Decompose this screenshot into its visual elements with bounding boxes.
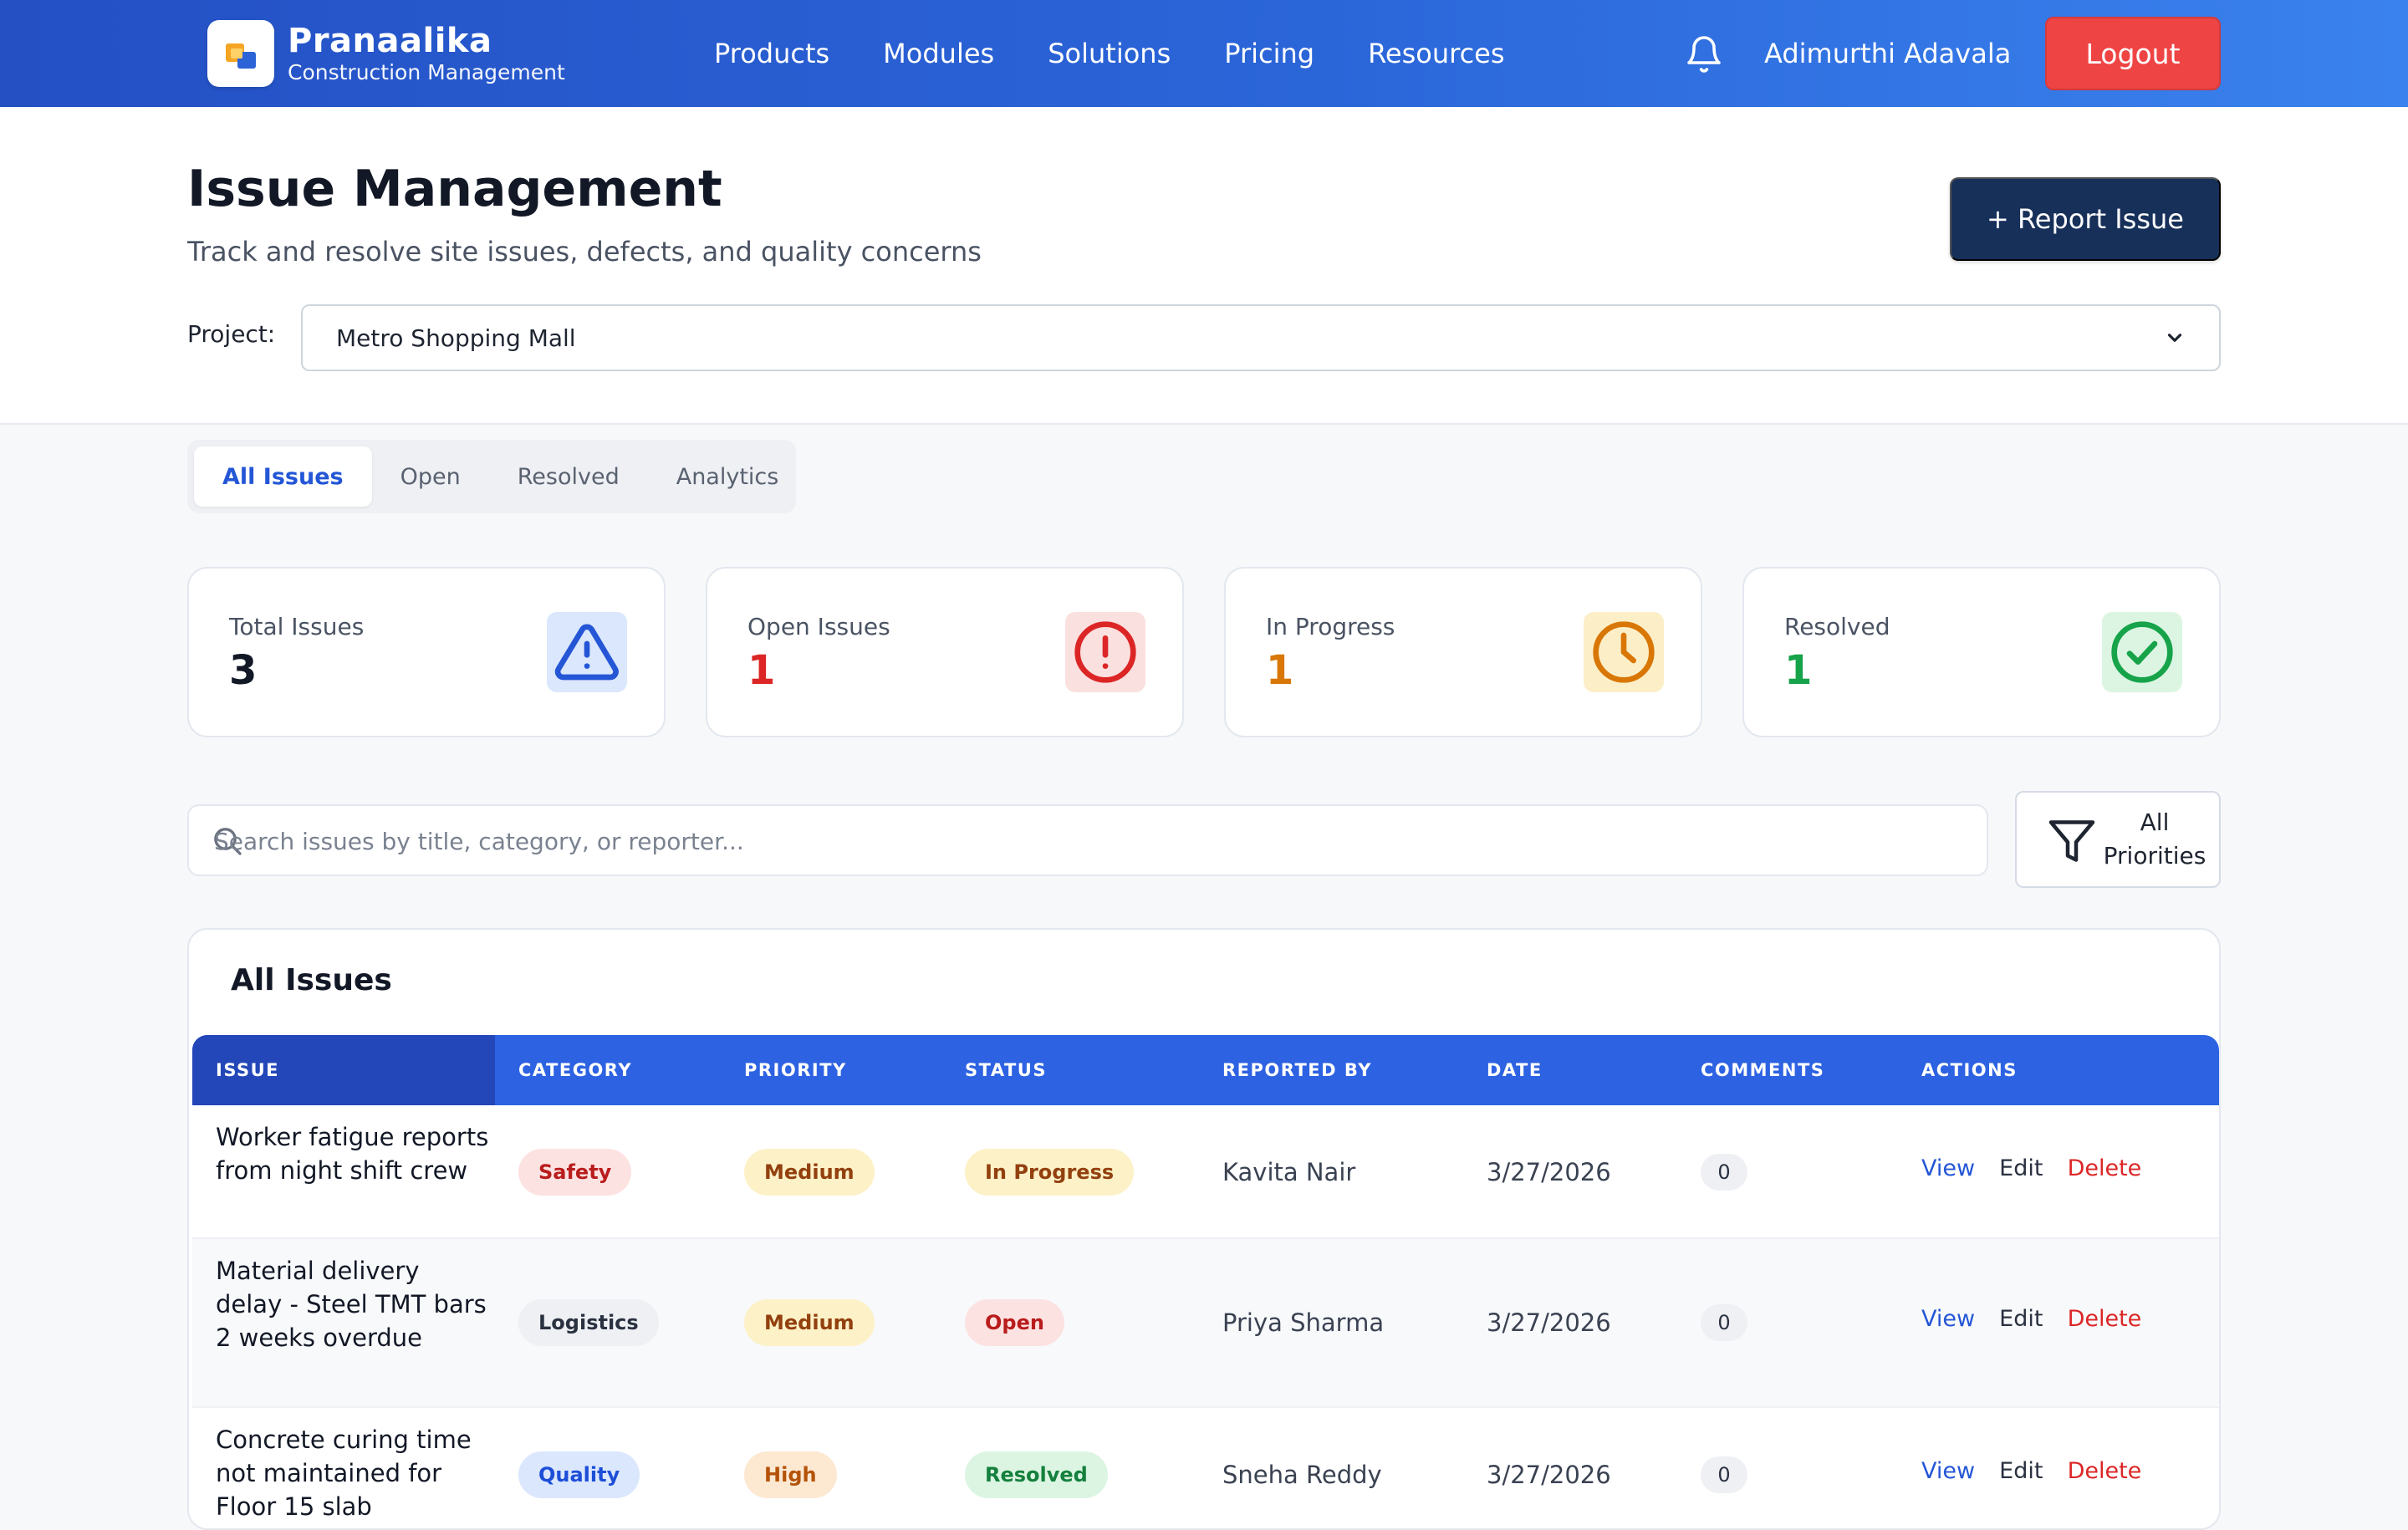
table-row[interactable]: Material delivery delay - Steel TMT bars… [192,1239,2219,1408]
stat-label: Open Issues [747,613,890,640]
stat-label: Total Issues [229,613,365,640]
comments-count: 0 [1701,1304,1747,1341]
nav-link-resources[interactable]: Resources [1368,38,1504,69]
clock-icon [1584,612,1664,692]
column-header-priority[interactable]: PRIORITY [744,1035,847,1105]
page-header: Issue Management Track and resolve site … [0,107,2408,425]
alert-circle-icon [1065,612,1145,692]
column-header-actions: ACTIONS [1921,1060,2018,1080]
table-title: All Issues [231,963,392,997]
comments-count: 0 [1701,1154,1747,1191]
page-subtitle: Track and resolve site issues, defects, … [187,236,982,268]
stat-card-total: Total Issues 3 [187,567,666,737]
category-badge: Logistics [518,1299,659,1346]
brand-logo-icon [207,20,274,87]
table-row[interactable]: Worker fatigue reports from night shift … [192,1105,2219,1239]
top-navbar: Pranaalika Construction Management Produ… [0,0,2408,107]
category-badge: Safety [518,1149,632,1196]
column-header-reported-by[interactable]: REPORTED BY [1222,1035,1372,1105]
nav-link-pricing[interactable]: Pricing [1224,38,1314,69]
reported-by: Kavita Nair [1222,1158,1356,1186]
stat-value: 1 [747,647,776,694]
edit-link[interactable]: Edit [1999,1306,2043,1332]
search-box [187,804,1988,876]
stat-label: Resolved [1784,613,1890,640]
stat-value: 1 [1266,647,1294,694]
issue-date: 3/27/2026 [1487,1308,1611,1337]
table-header: ISSUE CATEGORY PRIORITY STATUS REPORTED … [192,1035,2219,1105]
priority-filter-button[interactable]: All Priorities [2015,791,2221,888]
search-input[interactable] [214,819,1962,863]
reported-by: Sneha Reddy [1222,1461,1382,1489]
issues-table-card: All Issues ISSUE CATEGORY PRIORITY STATU… [187,928,2221,1530]
report-issue-button[interactable]: + Report Issue [1950,177,2221,261]
issue-tabs: All Issues Open Resolved Analytics [187,440,796,513]
tab-all-issues[interactable]: All Issues [194,446,372,507]
edit-link[interactable]: Edit [1999,1458,2043,1484]
issue-date: 3/27/2026 [1487,1461,1611,1489]
column-header-status[interactable]: STATUS [965,1035,1047,1105]
delete-link[interactable]: Delete [2068,1458,2142,1484]
view-link[interactable]: View [1921,1458,1975,1484]
logout-button[interactable]: Logout [2045,17,2221,90]
brand-name: Pranaalika [288,22,492,60]
tab-analytics[interactable]: Analytics [648,446,808,507]
issue-title[interactable]: Worker fatigue reports from night shift … [216,1120,492,1187]
nav-links: Products Modules Solutions Pricing Resou… [714,32,1559,75]
delete-link[interactable]: Delete [2068,1155,2142,1181]
priority-badge: High [744,1451,837,1498]
warning-triangle-icon [547,612,627,692]
priority-badge: Medium [744,1299,875,1346]
column-header-category[interactable]: CATEGORY [518,1035,632,1105]
column-header-date[interactable]: DATE [1487,1035,1543,1105]
filter-icon [2048,820,2095,862]
delete-link[interactable]: Delete [2068,1306,2142,1332]
page-title: Issue Management [187,160,722,218]
stat-card-open: Open Issues 1 [706,567,1184,737]
comments-count: 0 [1701,1456,1747,1493]
stat-value: 3 [229,647,258,694]
notification-bell-icon[interactable] [1684,33,1724,75]
check-circle-icon [2102,612,2182,692]
reported-by: Priya Sharma [1222,1308,1385,1337]
project-select[interactable]: Metro Shopping Mall [301,304,2221,371]
issue-title[interactable]: Material delivery delay - Steel TMT bars… [216,1254,492,1354]
column-header-issue[interactable]: ISSUE [216,1035,279,1105]
nav-link-solutions[interactable]: Solutions [1048,38,1171,69]
view-link[interactable]: View [1921,1306,1975,1332]
stat-card-resolved: Resolved 1 [1742,567,2221,737]
brand-subtitle: Construction Management [288,60,565,84]
column-header-comments[interactable]: COMMENTS [1701,1035,1824,1105]
view-link[interactable]: View [1921,1155,1975,1181]
tab-resolved[interactable]: Resolved [489,446,648,507]
chevron-down-icon [2167,334,2182,342]
status-badge: Open [965,1299,1064,1346]
nav-link-modules[interactable]: Modules [883,38,994,69]
table-row[interactable]: Concrete curing time not maintained for … [192,1408,2219,1528]
project-select-value: Metro Shopping Mall [336,324,576,352]
issue-title[interactable]: Concrete curing time not maintained for … [216,1423,492,1523]
user-name[interactable]: Adimurthi Adavala [1764,33,2011,74]
edit-link[interactable]: Edit [1999,1155,2043,1181]
tab-open[interactable]: Open [372,446,489,507]
issue-date: 3/27/2026 [1487,1158,1611,1186]
stat-card-in-progress: In Progress 1 [1224,567,1702,737]
priority-badge: Medium [744,1149,875,1196]
category-badge: Quality [518,1451,640,1498]
status-badge: In Progress [965,1149,1135,1196]
status-badge: Resolved [965,1451,1108,1498]
brand[interactable]: Pranaalika Construction Management [207,20,565,87]
stat-label: In Progress [1266,613,1395,640]
stat-value: 1 [1784,647,1813,694]
priority-filter-label: All Priorities [2103,808,2206,870]
nav-link-products[interactable]: Products [714,38,829,69]
project-label: Project: [187,320,276,348]
